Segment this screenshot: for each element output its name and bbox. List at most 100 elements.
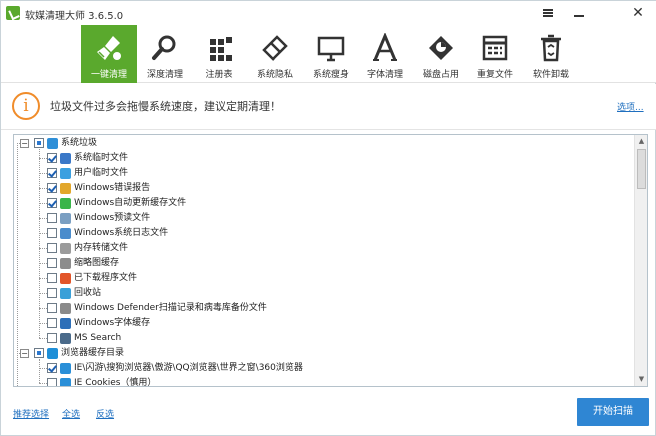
tool-label: 注册表 [205,70,233,80]
scroll-down-icon[interactable]: ▼ [635,373,647,386]
item-label: 已下载程序文件 [74,273,138,283]
item-checkbox[interactable] [47,378,57,386]
recycle-bin-icon [541,34,561,62]
tree-item-row[interactable]: Windows字体缓存 [14,316,632,331]
select-all-link[interactable]: 全选 [62,407,80,420]
item-checkbox[interactable] [47,288,57,298]
tree-item-row[interactable]: 内存转储文件 [14,241,632,256]
item-label: Windows预读文件 [74,213,151,223]
item-checkbox[interactable] [47,168,57,178]
eraser-icon [262,35,288,61]
item-checkbox[interactable] [47,258,57,268]
tree-connector [39,149,40,338]
tree-content: − 系统垃圾系统临时文件用户临时文件 Windows错误报告 Windows自动更新缓… [14,135,632,386]
item-label: Windows字体缓存 [74,318,151,328]
tree-item-row[interactable]: 用户临时文件 [14,166,632,181]
notice-message: 垃圾文件过多会拖慢系统速度，建议定期清理！ [50,100,281,113]
window-title: 软媒清理大师 3.6.5.0 [25,11,124,22]
main-toolbar: 一键清理 深度清理 注册表 系统隐私 系统瘦身 字体清理 磁盘占用 重复文件 软… [1,25,656,83]
tree-connector [39,323,47,324]
minimize-button[interactable] [567,3,591,23]
tree-item-row[interactable]: Windows系统日志文件 [14,226,632,241]
tool-label: 系统瘦身 [312,70,349,80]
notice-bar: i 垃圾文件过多会拖慢系统速度，建议定期清理！ 选项... [1,84,656,130]
item-label: Windows错误报告 [74,183,151,193]
invert-select-link[interactable]: 反选 [96,407,114,420]
tool-font-clean[interactable]: 字体清理 [357,25,413,83]
tree-item-row[interactable]: IE\闪游\搜狗浏览器\傲游\QQ浏览器\世界之窗\360浏览器 [14,361,632,376]
tree-connector [39,218,47,219]
item-label: MS Search [74,333,122,343]
tree-item-row[interactable]: 已下载程序文件 [14,271,632,286]
scroll-up-icon[interactable]: ▲ [635,135,647,148]
tree-connector [39,233,47,234]
menu-button[interactable] [536,3,560,23]
tree-item-row[interactable]: Windows预读文件 [14,211,632,226]
item-checkbox[interactable] [47,153,57,163]
tree-group-row[interactable]: − 系统垃圾 [14,136,632,151]
group-label: 浏览器缓存目录 [61,348,125,358]
minimize-icon [574,15,584,17]
options-link[interactable]: 选项... [617,100,644,113]
vertical-scrollbar[interactable]: ▲ ▼ [634,135,647,386]
tree-connector [39,263,47,264]
item-checkbox[interactable] [47,213,57,223]
scroll-thumb[interactable] [637,149,646,189]
tree-group-row[interactable]: − 浏览器缓存目录 [14,346,632,361]
tool-label: 软件卸载 [532,70,569,80]
tree-connector [39,173,47,174]
close-icon: ✕ [632,5,644,21]
tree-item-row[interactable]: 回收站 [14,286,632,301]
item-checkbox[interactable] [47,363,57,373]
tool-one-click-clean[interactable]: 一键清理 [81,25,137,83]
tree-item-row[interactable]: Windows错误报告 [14,181,632,196]
tool-disk-usage[interactable]: 磁盘占用 [413,25,469,83]
tool-deep-clean[interactable]: 深度清理 [137,25,193,83]
item-icon [60,183,71,194]
item-label: IE\闪游\搜狗浏览器\傲游\QQ浏览器\世界之窗\360浏览器 [74,363,303,373]
tool-registry[interactable]: 注册表 [191,25,247,83]
tree-item-row[interactable]: IE Cookies（慎用） [14,376,632,386]
tool-duplicate-files[interactable]: 重复文件 [467,25,523,83]
tool-label: 字体清理 [366,70,403,80]
item-checkbox[interactable] [47,228,57,238]
tool-label: 磁盘占用 [422,70,459,80]
item-icon [60,153,71,164]
item-checkbox[interactable] [47,183,57,193]
tool-label: 系统隐私 [256,70,293,80]
item-icon [60,258,71,269]
registry-blocks-icon [210,37,232,61]
item-checkbox[interactable] [47,273,57,283]
item-label: 系统临时文件 [74,153,129,163]
tree-item-row[interactable]: Windows自动更新缓存文件 [14,196,632,211]
expand-collapse-icon[interactable]: − [20,139,29,148]
item-checkbox[interactable] [47,243,57,253]
group-checkbox[interactable] [34,138,44,148]
tool-system-privacy[interactable]: 系统隐私 [247,25,303,83]
item-icon [60,378,71,386]
item-label: 内存转储文件 [74,243,129,253]
start-scan-button[interactable]: 开始扫描 [577,398,649,426]
tree-connector [39,308,47,309]
tool-uninstall[interactable]: 软件卸载 [523,25,579,83]
tree-connector [39,203,47,204]
tree-item-row[interactable]: 系统临时文件 [14,151,632,166]
tree-connector [39,338,47,339]
expand-collapse-icon[interactable]: − [20,349,29,358]
item-checkbox[interactable] [47,303,57,313]
item-checkbox[interactable] [47,333,57,343]
title-bar[interactable]: 软媒清理大师 3.6.5.0 ✕ [1,1,656,25]
tree-item-row[interactable]: MS Search [14,331,632,346]
group-checkbox[interactable] [34,348,44,358]
tree-connector [39,248,47,249]
tree-item-row[interactable]: 缩略图缓存 [14,256,632,271]
item-checkbox[interactable] [47,198,57,208]
item-checkbox[interactable] [47,318,57,328]
menu-icon [543,9,553,17]
tree-item-row[interactable]: Windows Defender扫描记录和病毒库备份文件 [14,301,632,316]
recommend-select-link[interactable]: 推荐选择 [13,407,49,420]
close-button[interactable]: ✕ [626,3,650,23]
magnifier-icon [152,35,176,60]
tool-system-slim[interactable]: 系统瘦身 [303,25,359,83]
group-label: 系统垃圾 [61,138,98,148]
